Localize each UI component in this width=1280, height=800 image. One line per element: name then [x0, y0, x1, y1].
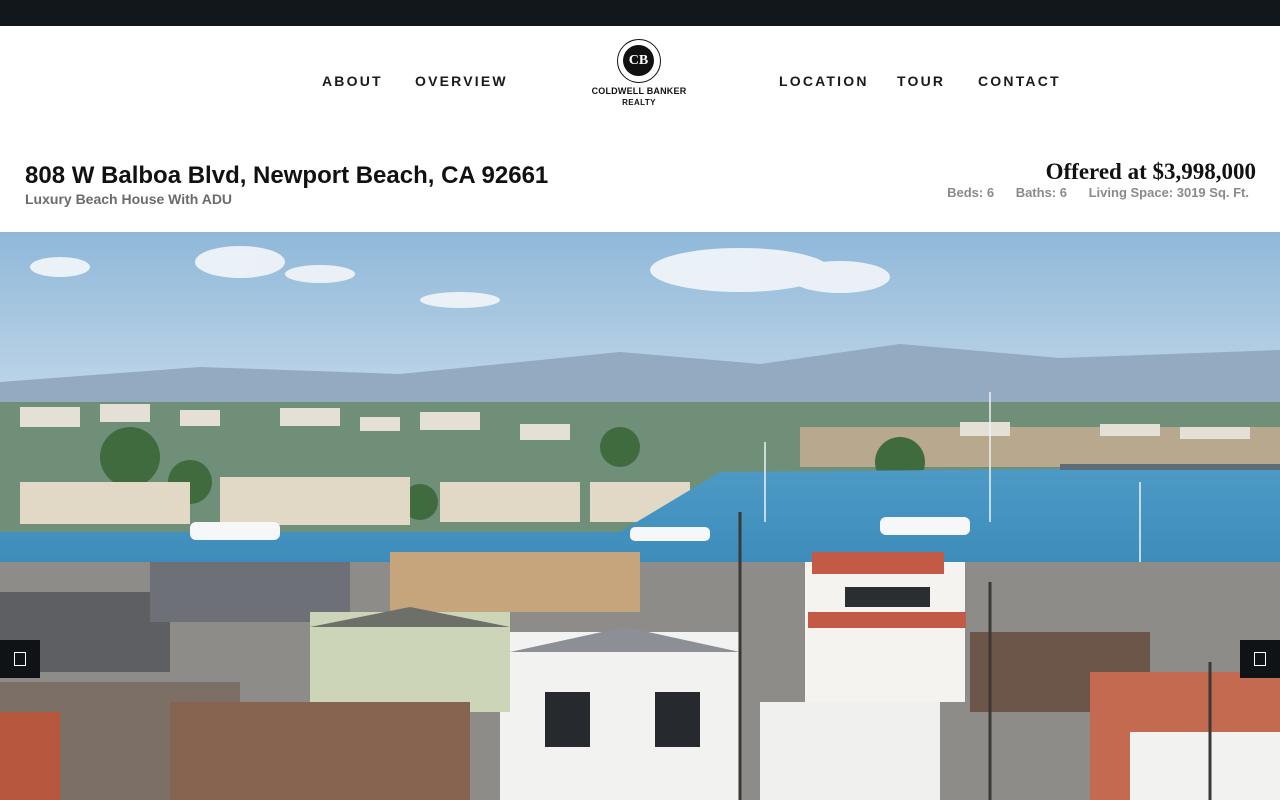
- hero-photo: [0, 232, 1280, 800]
- logo-name: COLDWELL BANKER: [591, 86, 687, 96]
- nav-tour-link[interactable]: TOUR: [897, 73, 945, 89]
- listing-stats: Beds: 6 Baths: 6 Living Space: 3019 Sq. …: [929, 185, 1249, 200]
- carousel-prev-button[interactable]: [0, 640, 40, 678]
- logo-seal-icon: CB: [617, 39, 661, 83]
- logo-monogram: CB: [623, 45, 654, 76]
- nav-location-link[interactable]: LOCATION: [779, 73, 869, 89]
- nav-contact-link[interactable]: CONTACT: [978, 73, 1061, 89]
- living-space: Living Space: 3019 Sq. Ft.: [1088, 185, 1249, 200]
- coldwell-banker-logo[interactable]: CB COLDWELL BANKER REALTY: [586, 38, 692, 112]
- listing-address: 808 W Balboa Blvd, Newport Beach, CA 926…: [25, 162, 549, 189]
- harbor-photo: [0, 232, 1280, 800]
- nav-overview-link[interactable]: OVERVIEW: [415, 73, 508, 89]
- baths-count: Baths: 6: [1015, 185, 1067, 200]
- main-nav: ABOUT OVERVIEW CB COLDWELL BANKER REALTY…: [0, 26, 1280, 136]
- listing-header: 808 W Balboa Blvd, Newport Beach, CA 926…: [0, 150, 1280, 230]
- carousel-next-button[interactable]: [1240, 640, 1280, 678]
- listing-tagline: Luxury Beach House With ADU: [25, 191, 233, 207]
- logo-sub: REALTY: [622, 98, 656, 107]
- listing-price: Offered at $3,998,000: [1045, 159, 1256, 184]
- beds-count: Beds: 6: [947, 185, 995, 200]
- prev-arrow-icon: [14, 652, 26, 666]
- nav-about-link[interactable]: ABOUT: [322, 73, 383, 89]
- next-arrow-icon: [1254, 652, 1266, 666]
- top-bar: [0, 0, 1280, 26]
